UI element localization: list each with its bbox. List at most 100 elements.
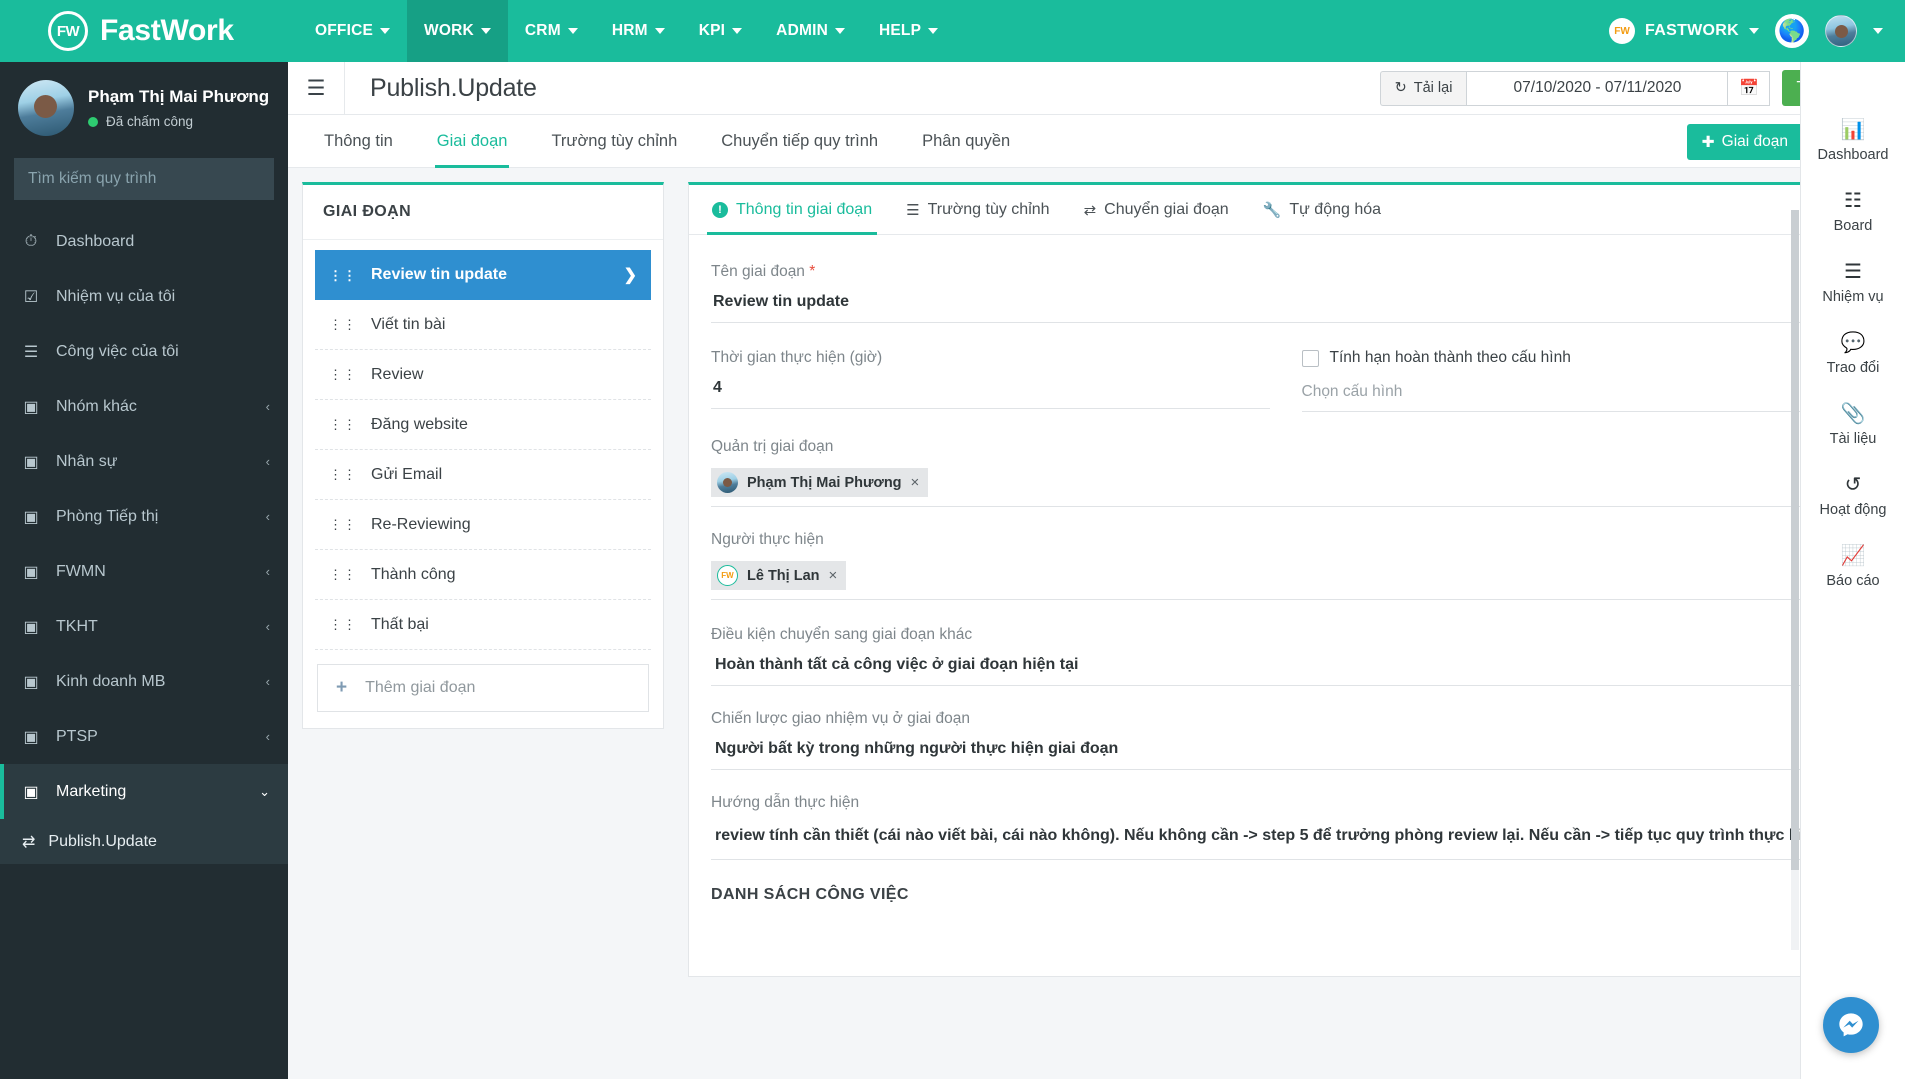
org-switcher[interactable]: FW FASTWORK: [1609, 18, 1759, 44]
sidebar-item-my-work[interactable]: ☰ Công việc của tôi: [0, 324, 288, 379]
stage-row-that-bai[interactable]: ⋮⋮ Thất bại: [315, 600, 651, 650]
date-range-field[interactable]: 07/10/2020 - 07/11/2020 📅: [1466, 70, 1771, 106]
search-input[interactable]: Tìm kiếm quy trình: [14, 158, 274, 200]
chat-widget-button[interactable]: [1823, 997, 1879, 1053]
rail-item-board[interactable]: ☷ Board: [1801, 177, 1905, 248]
tab-truong-tuy-chinh[interactable]: ☰ Trường tùy chỉnh: [889, 185, 1066, 234]
sidebar-item-marketing[interactable]: ▣ Marketing ⌄: [0, 764, 288, 819]
page-scrollbar[interactable]: [1791, 210, 1799, 950]
chevron-right-icon: ❯: [623, 267, 637, 284]
sidebar-item-ptsp[interactable]: ▣ PTSP ‹: [0, 709, 288, 764]
drag-handle-icon[interactable]: ⋮⋮: [329, 418, 357, 431]
detail-form: Tên giai đoạn * Review tin update Thời g…: [689, 235, 1890, 976]
sidebar-item-label: FWMN: [56, 562, 106, 580]
assignee-tag[interactable]: FW Lê Thị Lan ×: [711, 561, 847, 590]
condition-value: Hoàn thành tất cả công việc ở giai đoạn …: [715, 656, 1079, 673]
stage-row-review[interactable]: ⋮⋮ Review: [315, 350, 651, 400]
config-select[interactable]: Chọn cấu hình: [1301, 383, 1860, 412]
messenger-icon: [1839, 1013, 1863, 1037]
user-profile[interactable]: Phạm Thị Mai Phương Đã chấm công: [0, 62, 288, 152]
tab-thong-tin[interactable]: Thông tin: [302, 115, 415, 167]
sidebar-item-nhan-su[interactable]: ▣ Nhân sự ‹: [0, 434, 288, 489]
deadline-checkbox-row[interactable]: Tính hạn hoàn thành theo cấu hình: [1301, 349, 1861, 367]
nav-label: OFFICE: [315, 22, 374, 39]
scrollbar-thumb[interactable]: [1791, 210, 1799, 870]
sidebar-item-my-tasks[interactable]: ☑ Nhiệm vụ của tôi: [0, 269, 288, 324]
hamburger-icon[interactable]: ☰: [288, 76, 344, 101]
nav-item-office[interactable]: OFFICE: [298, 0, 407, 62]
stage-row-dang-website[interactable]: ⋮⋮ Đăng website: [315, 400, 651, 450]
tab-tu-dong-hoa[interactable]: 🔧 Tự động hóa: [1246, 185, 1398, 234]
rail-item-hoat-dong[interactable]: ↺ Hoạt động: [1801, 461, 1905, 532]
calendar-icon[interactable]: 📅: [1727, 71, 1769, 105]
globe-icon[interactable]: 🌎: [1775, 14, 1809, 48]
condition-select[interactable]: Hoàn thành tất cả công việc ở giai đoạn …: [711, 656, 1860, 686]
drag-handle-icon[interactable]: ⋮⋮: [329, 518, 357, 531]
rail-item-dashboard[interactable]: 📊 Dashboard: [1801, 106, 1905, 177]
stage-row-re-reviewing[interactable]: ⋮⋮ Re-Reviewing: [315, 500, 651, 550]
brand-logo[interactable]: FW FastWork: [0, 0, 288, 62]
nav-item-crm[interactable]: CRM: [508, 0, 595, 62]
deadline-checkbox[interactable]: [1301, 349, 1319, 367]
stage-name-input[interactable]: Review tin update: [711, 293, 1860, 323]
guide-value: review tính cần thiết (cái nào viết bài,…: [715, 827, 1822, 844]
remove-tag-icon[interactable]: ×: [911, 474, 920, 491]
manager-tag[interactable]: Phạm Thị Mai Phương ×: [711, 468, 929, 497]
stage-row-thanh-cong[interactable]: ⋮⋮ Thành công: [315, 550, 651, 600]
stage-row-review-tin-update[interactable]: ⋮⋮ Review tin update ❯: [315, 250, 651, 300]
tab-truong-tuy-chinh[interactable]: Trường tùy chỉnh: [529, 115, 699, 167]
tab-label: Tự động hóa: [1289, 200, 1382, 218]
tab-chuyen-giai-doan[interactable]: ⇄ Chuyển giai đoạn: [1067, 185, 1246, 234]
stage-row-viet-tin-bai[interactable]: ⋮⋮ Viết tin bài: [315, 300, 651, 350]
drag-handle-icon[interactable]: ⋮⋮: [329, 368, 357, 381]
assignee-tag-field[interactable]: FW Lê Thị Lan × ×: [711, 561, 1860, 600]
chevron-down-icon[interactable]: [1873, 28, 1883, 34]
add-stage-button[interactable]: ✚ Giai đoạn: [1686, 124, 1803, 160]
sidebar-item-phong-tiep-thi[interactable]: ▣ Phòng Tiếp thị ‹: [0, 489, 288, 544]
stage-row-gui-email[interactable]: ⋮⋮ Gửi Email: [315, 450, 651, 500]
label-text: Tên giai đoạn: [711, 263, 805, 280]
add-stage-row[interactable]: + Thêm giai đoạn: [317, 664, 649, 712]
avatar: FW: [717, 565, 738, 586]
history-icon: ↺: [1844, 474, 1862, 496]
nav-item-work[interactable]: WORK: [407, 0, 508, 62]
sidebar-item-fwmn[interactable]: ▣ FWMN ‹: [0, 544, 288, 599]
chevron-left-icon: ‹: [265, 674, 270, 689]
nav-item-help[interactable]: HELP: [862, 0, 955, 62]
field-manager: Quản trị giai đoạn Phạm Thị Mai Phương ×…: [711, 438, 1860, 507]
duration-input[interactable]: 4: [711, 379, 1270, 409]
sidebar-item-kinh-doanh-mb[interactable]: ▣ Kinh doanh MB ‹: [0, 654, 288, 709]
drag-handle-icon[interactable]: ⋮⋮: [329, 468, 357, 481]
sidebar-item-publish-update[interactable]: ⇄ Publish.Update: [0, 819, 288, 864]
reload-button[interactable]: ↻ Tải lại: [1379, 70, 1467, 106]
rail-item-bao-cao[interactable]: 📈 Báo cáo: [1801, 532, 1905, 603]
avatar[interactable]: [1825, 15, 1857, 47]
drag-handle-icon[interactable]: ⋮⋮: [329, 618, 357, 631]
add-stage-label: Giai đoạn: [1721, 133, 1788, 150]
sidebar-item-dashboard[interactable]: ⏱ Dashboard: [0, 214, 288, 269]
sidebar-item-label: TKHT: [56, 617, 98, 635]
drag-handle-icon[interactable]: ⋮⋮: [329, 318, 357, 331]
tab-giai-doan[interactable]: Giai đoạn: [415, 115, 530, 168]
remove-tag-icon[interactable]: ×: [829, 567, 838, 584]
sidebar-item-tkht[interactable]: ▣ TKHT ‹: [0, 599, 288, 654]
drag-handle-icon[interactable]: ⋮⋮: [329, 269, 357, 282]
drag-handle-icon[interactable]: ⋮⋮: [329, 568, 357, 581]
tab-thong-tin-giai-doan[interactable]: ! Thông tin giai đoạn: [695, 185, 889, 235]
rail-item-trao-doi[interactable]: 💬 Trao đổi: [1801, 319, 1905, 390]
field-label: Chiến lược giao nhiệm vụ ở giai đoạn: [711, 710, 971, 727]
rail-item-tai-lieu[interactable]: 📎 Tài liệu: [1801, 390, 1905, 461]
tab-phan-quyen[interactable]: Phân quyền: [900, 115, 1032, 167]
tab-chuyen-tiep-quy-trinh[interactable]: Chuyển tiếp quy trình: [699, 115, 900, 167]
manager-tag-field[interactable]: Phạm Thị Mai Phương × ×: [711, 468, 1860, 507]
board-icon: ☷: [1844, 190, 1862, 212]
tab-label: Phân quyền: [922, 131, 1011, 150]
nav-item-hrm[interactable]: HRM: [595, 0, 682, 62]
nav-item-kpi[interactable]: KPI: [682, 0, 759, 62]
nav-item-admin[interactable]: ADMIN: [759, 0, 862, 62]
guide-textarea[interactable]: review tính cần thiết (cái nào viết bài,…: [711, 824, 1860, 860]
sidebar-item-nhom-khac[interactable]: ▣ Nhóm khác ‹: [0, 379, 288, 434]
sidebar-item-label: Nhân sự: [56, 452, 118, 470]
rail-item-nhiem-vu[interactable]: ☰ Nhiệm vụ: [1801, 248, 1905, 319]
strategy-select[interactable]: Người bất kỳ trong những người thực hiện…: [711, 740, 1860, 770]
